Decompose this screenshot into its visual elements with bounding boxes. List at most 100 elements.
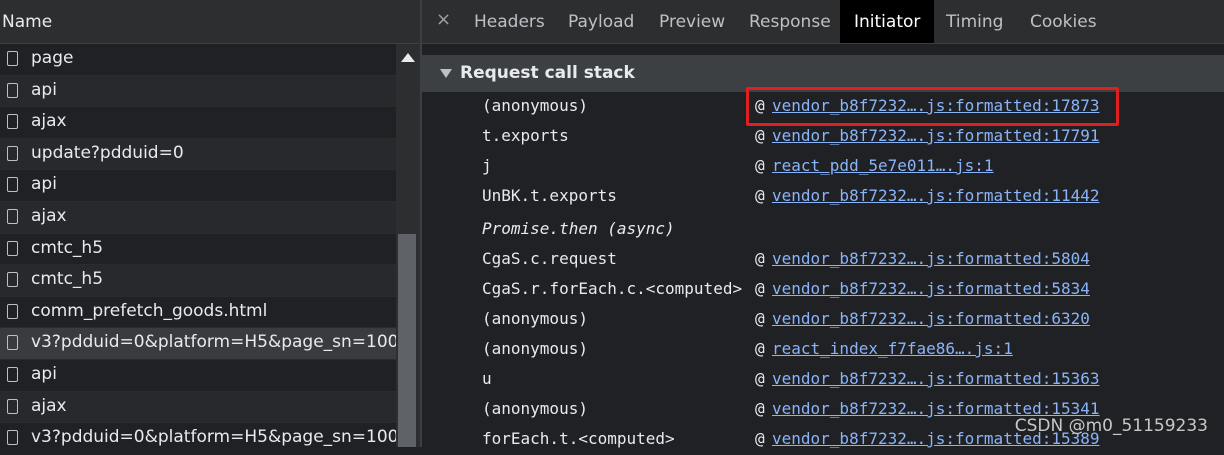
- request-row[interactable]: update?pdduid=0: [0, 138, 396, 171]
- expand-triangle-icon[interactable]: [440, 69, 452, 78]
- request-checkbox[interactable]: [7, 51, 18, 66]
- close-icon[interactable]: ×: [436, 9, 451, 30]
- request-name: v3?pdduid=0&platform=H5&page_sn=10002: [31, 427, 396, 447]
- source-location-link[interactable]: vendor_b8f7232….js:formatted:5804: [772, 249, 1090, 268]
- tab-initiator[interactable]: Initiator: [840, 0, 935, 43]
- request-row[interactable]: ajax: [0, 391, 396, 424]
- frame-function-name: forEach.t.<computed>: [482, 429, 675, 448]
- frame-function-name: (anonymous): [482, 339, 588, 358]
- call-stack-frame: j @ react_pdd_5e7e011….js:1: [422, 152, 1224, 182]
- request-checkbox[interactable]: [7, 145, 18, 161]
- call-stack-frame: Promise.then (async): [422, 215, 1224, 245]
- request-name: page: [31, 48, 74, 68]
- request-call-stack-header[interactable]: Request call stack: [422, 55, 1224, 92]
- request-row[interactable]: api: [0, 75, 396, 108]
- section-title: Request call stack: [460, 63, 635, 83]
- name-column-label: Name: [2, 12, 53, 32]
- request-list: page api ajax update?pdduid=0 api ajax cmtc_h5…: [0, 44, 396, 447]
- frame-function-name: UnBK.t.exports: [482, 186, 617, 205]
- call-stack-frame: t.exports @ vendor_b8f7232….js:formatted:1…: [422, 122, 1224, 152]
- at-symbol: @: [755, 249, 765, 268]
- frame-function-name: (anonymous): [482, 309, 588, 328]
- call-stack-frame: CgaS.c.request @ vendor_b8f7232….js:format…: [422, 245, 1224, 275]
- request-checkbox[interactable]: [7, 303, 18, 319]
- watermark: CSDN @m0_51159233: [1014, 416, 1208, 436]
- frame-function-name: u: [482, 369, 492, 388]
- tab-headers[interactable]: Headers: [474, 0, 545, 43]
- at-symbol: @: [755, 96, 765, 115]
- source-location-link[interactable]: vendor_b8f7232….js:formatted:15363: [772, 369, 1100, 388]
- request-checkbox[interactable]: [7, 272, 18, 288]
- tab-cookies[interactable]: Cookies: [1030, 0, 1097, 43]
- at-symbol: @: [755, 279, 765, 298]
- at-symbol: @: [755, 309, 765, 328]
- request-row[interactable]: v3?pdduid=0&platform=H5&page_sn=10002: [0, 423, 396, 447]
- source-location-link[interactable]: vendor_b8f7232….js:formatted:6320: [772, 309, 1090, 328]
- request-name: ajax: [31, 205, 67, 226]
- source-location-link[interactable]: vendor_b8f7232….js:formatted:17873: [772, 96, 1100, 115]
- frame-function-name: (anonymous): [482, 96, 588, 115]
- request-checkbox[interactable]: [7, 240, 18, 256]
- request-checkbox[interactable]: [7, 430, 18, 446]
- request-name: ajax: [31, 111, 67, 132]
- request-detail-panel: × Headers Payload Preview Response Initi…: [422, 0, 1224, 448]
- request-row[interactable]: page: [0, 44, 396, 76]
- request-name: api: [31, 363, 57, 384]
- frame-function-name: CgaS.c.request: [482, 249, 617, 268]
- request-row[interactable]: cmtc_h5: [0, 234, 396, 266]
- call-stack-frame: (anonymous) @ vendor_b8f7232….js:formatted…: [422, 92, 1224, 122]
- source-location-link[interactable]: vendor_b8f7232….js:formatted:11442: [772, 186, 1100, 205]
- request-row[interactable]: ajax: [0, 201, 396, 234]
- scroll-up-arrow-icon[interactable]: [401, 53, 415, 62]
- call-stack-frame: CgaS.r.forEach.c.<computed> @ vendor_b8f72…: [422, 275, 1224, 305]
- scrollbar-thumb[interactable]: [398, 234, 416, 447]
- request-checkbox[interactable]: [7, 177, 18, 193]
- at-symbol: @: [755, 429, 765, 448]
- request-name: ajax: [31, 395, 67, 416]
- request-name: update?pdduid=0: [31, 142, 184, 163]
- at-symbol: @: [755, 339, 765, 358]
- tab-response[interactable]: Response: [749, 0, 831, 43]
- at-symbol: @: [755, 369, 765, 388]
- request-list-scrollbar[interactable]: [396, 44, 420, 447]
- at-symbol: @: [755, 399, 765, 418]
- at-symbol: @: [755, 186, 765, 205]
- request-checkbox[interactable]: [7, 82, 18, 98]
- request-checkbox[interactable]: [7, 398, 18, 414]
- detail-tab-bar: × Headers Payload Preview Response Initi…: [422, 0, 1224, 44]
- source-location-link[interactable]: vendor_b8f7232….js:formatted:5834: [772, 279, 1090, 298]
- tab-preview[interactable]: Preview: [659, 0, 725, 43]
- request-checkbox[interactable]: [7, 335, 18, 351]
- request-row[interactable]: ajax: [0, 107, 396, 139]
- at-symbol: @: [755, 156, 765, 175]
- call-stack-list: (anonymous) @ vendor_b8f7232….js:formatted…: [422, 92, 1224, 448]
- call-stack-frame: u @ vendor_b8f7232….js:formatted:15363: [422, 365, 1224, 395]
- name-column-header[interactable]: Name: [0, 0, 420, 44]
- request-row[interactable]: api: [0, 170, 396, 202]
- request-row[interactable]: comm_prefetch_goods.html: [0, 297, 396, 329]
- request-checkbox[interactable]: [7, 208, 18, 224]
- call-stack-frame: (anonymous) @ react_index_f7fae86….js:1: [422, 335, 1224, 365]
- request-name: api: [31, 174, 57, 195]
- request-row[interactable]: v3?pdduid=0&platform=H5&page_sn=10002: [0, 328, 396, 360]
- source-location-link[interactable]: react_pdd_5e7e011….js:1: [772, 156, 994, 175]
- source-location-link[interactable]: react_index_f7fae86….js:1: [772, 339, 1013, 358]
- call-stack-frame: (anonymous) @ vendor_b8f7232….js:formatted…: [422, 305, 1224, 335]
- async-boundary-label: Promise.then (async): [482, 219, 675, 238]
- frame-function-name: (anonymous): [482, 399, 588, 418]
- call-stack-frame: UnBK.t.exports @ vendor_b8f7232….js:format…: [422, 182, 1224, 212]
- request-name: comm_prefetch_goods.html: [31, 300, 268, 321]
- source-location-link[interactable]: vendor_b8f7232….js:formatted:17791: [772, 126, 1100, 145]
- at-symbol: @: [755, 126, 765, 145]
- tab-payload[interactable]: Payload: [568, 0, 634, 43]
- request-checkbox[interactable]: [7, 114, 18, 130]
- request-row[interactable]: api: [0, 360, 396, 392]
- request-row[interactable]: cmtc_h5: [0, 265, 396, 297]
- frame-function-name: t.exports: [482, 126, 569, 145]
- request-name: cmtc_h5: [31, 237, 104, 258]
- request-name: cmtc_h5: [31, 269, 104, 290]
- request-name: v3?pdduid=0&platform=H5&page_sn=10002: [31, 332, 396, 353]
- request-checkbox[interactable]: [7, 366, 18, 382]
- tab-timing[interactable]: Timing: [946, 0, 1003, 43]
- frame-function-name: CgaS.r.forEach.c.<computed>: [482, 279, 743, 298]
